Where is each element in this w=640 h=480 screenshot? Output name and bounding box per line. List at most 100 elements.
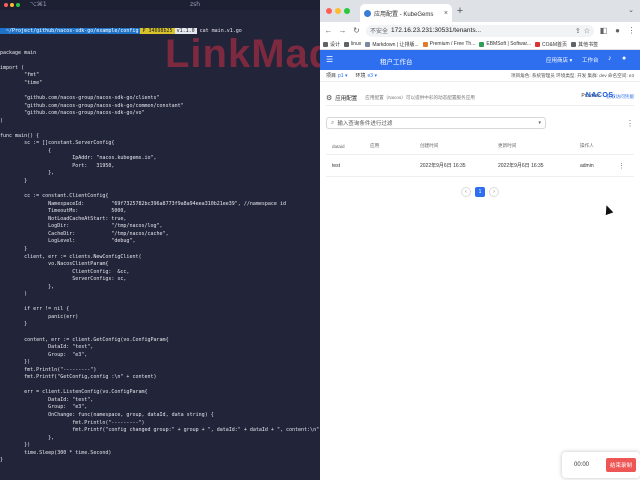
- insecure-label[interactable]: 不安全: [370, 26, 388, 35]
- app-header: ☰ 租户工作台 应用商店 ▾ 工作台 ♪ ●: [320, 50, 640, 70]
- code-line: client, err := clients.NewConfigClient(: [0, 253, 142, 260]
- code-line: Group: "e3",: [0, 351, 88, 358]
- chevron-down-icon[interactable]: ⌄: [628, 6, 634, 14]
- bookmarks-bar: 设计 linux Markdown | 让排版... Premium / Fre…: [320, 39, 640, 50]
- terminal-window[interactable]: ⌥⌘1 zsh ~/Project/github/nacos-sdk-go/ex…: [0, 0, 320, 480]
- menu-icon[interactable]: ☰: [326, 55, 333, 64]
- bookmark-item[interactable]: CO&M首页: [535, 41, 567, 48]
- star-icon[interactable]: ☆: [584, 27, 590, 35]
- code-line: },: [0, 283, 55, 290]
- forward-icon[interactable]: →: [338, 26, 347, 35]
- code-line: TimeoutMs: 5000,: [0, 208, 127, 215]
- env-select[interactable]: e3 ▾: [368, 73, 377, 79]
- close-tab-icon[interactable]: ×: [444, 10, 448, 17]
- minimize-icon[interactable]: [335, 8, 341, 14]
- table-row[interactable]: test 2022年9月6日 16:35 2022年9月6日 16:35 adm…: [326, 155, 634, 177]
- bookmark-item[interactable]: 其他书签: [571, 41, 598, 48]
- user-icon[interactable]: ●: [622, 55, 626, 62]
- config-table: dataid 应用 创建时间 更新时间 操作人 test 2022年9月6日 1…: [326, 138, 634, 177]
- code-line: }: [0, 178, 28, 185]
- workspace-link[interactable]: 工作台: [582, 56, 599, 64]
- minimize-icon[interactable]: [10, 3, 14, 7]
- address-bar[interactable]: 不安全 172.16.23.231:30531/tenants... ⇪ ☆: [366, 24, 594, 37]
- code-line: cc := constant.ClientConfig{: [0, 193, 109, 200]
- row-actions-icon[interactable]: ⋮: [618, 162, 625, 170]
- app-title: 租户工作台: [380, 59, 413, 66]
- cell-operator: admin: [580, 162, 594, 169]
- close-icon[interactable]: [4, 3, 8, 7]
- extension-icon[interactable]: ◧: [599, 26, 608, 35]
- terminal-output[interactable]: ~/Project/github/nacos-sdk-go/example/co…: [0, 12, 320, 480]
- prev-page-button[interactable]: ‹: [461, 187, 471, 197]
- new-tab-button[interactable]: +: [454, 5, 466, 17]
- project-select[interactable]: p1 ▾: [338, 73, 347, 79]
- cell-dataid[interactable]: test: [332, 163, 340, 169]
- terminal-tab-shortcut[interactable]: ⌥⌘1: [30, 1, 47, 8]
- more-icon[interactable]: ⋮: [627, 26, 636, 35]
- search-input[interactable]: ⌕ 输入查询条件进行过滤 ▾: [326, 117, 546, 129]
- code-line: Port: 31950,: [0, 162, 115, 169]
- bookmark-item[interactable]: 设计: [323, 41, 340, 48]
- chevron-down-icon[interactable]: ▾: [538, 120, 541, 126]
- code-line: fmt.Printf("GetConfig,config :\n" + cont…: [0, 374, 157, 381]
- code-line: LogDir: "/tmp/nacos/log",: [0, 223, 163, 230]
- code-line: func main() {: [0, 132, 40, 139]
- code-line: ): [0, 291, 28, 298]
- cell-created: 2022年9月6日 16:35: [420, 163, 466, 169]
- code-line: panic(err): [0, 313, 79, 320]
- code-line: DataId: "test",: [0, 396, 94, 403]
- terminal-tab-title[interactable]: zsh: [190, 1, 200, 8]
- bookmark-item[interactable]: linux: [344, 41, 361, 47]
- next-page-button[interactable]: ›: [489, 187, 499, 197]
- page-button[interactable]: 1: [475, 187, 485, 197]
- code-line: CacheDir: "/tmp/nacos/cache",: [0, 230, 169, 237]
- column-header[interactable]: 操作人: [580, 143, 594, 149]
- column-header[interactable]: 创建时间: [420, 143, 438, 149]
- column-header[interactable]: 更新时间: [498, 143, 516, 149]
- code-line: "github.com/nacos-group/nacos-sdk-go/com…: [0, 102, 184, 109]
- maximize-icon[interactable]: [344, 8, 350, 14]
- column-header[interactable]: dataid: [332, 144, 345, 149]
- code-line: "time": [0, 79, 43, 86]
- code-line: if err != nil {: [0, 306, 70, 313]
- browser-tab-active[interactable]: 应用配置 - KubeGems ×: [360, 4, 452, 22]
- code-line: fmt.Println("---------"): [0, 419, 145, 426]
- bookmark-item[interactable]: Markdown | 让排版...: [365, 41, 419, 48]
- bookmark-icon: [365, 41, 371, 47]
- cell-updated: 2022年9月6日 16:35: [498, 163, 544, 169]
- code-line: }): [0, 442, 31, 449]
- browser-window[interactable]: 应用配置 - KubeGems × + ⌄ ← → ↻ 不安全 172.16.2…: [320, 0, 640, 480]
- bell-icon[interactable]: ♪: [608, 55, 612, 62]
- tab-strip: 应用配置 - KubeGems × + ⌄: [320, 0, 640, 22]
- bookmark-item[interactable]: EBMSoft | Softwar...: [479, 41, 531, 47]
- code-line: "github.com/nacos-group/nacos-sdk-go/cli…: [0, 95, 160, 102]
- code-line: }): [0, 359, 31, 366]
- service-card: ⚙ 应用配置 应用配置（Nacos）可以提供中彩的动态配置服务应用 Provid…: [326, 90, 634, 106]
- close-icon[interactable]: [326, 8, 332, 14]
- bookmark-icon: [422, 41, 428, 47]
- more-icon[interactable]: ⋮: [626, 119, 634, 128]
- wrench-icon: ⚙: [326, 94, 333, 102]
- code-line: }: [0, 245, 28, 252]
- code-line: fmt.Printf("config changed group:" + gro…: [0, 427, 320, 434]
- reload-icon[interactable]: ↻: [352, 26, 361, 35]
- profile-icon[interactable]: ●: [613, 26, 622, 35]
- code-line: err = client.ListenConfig(vo.ConfigParam…: [0, 389, 148, 396]
- code-line: content, err := client.GetConfig(vo.Conf…: [0, 336, 169, 343]
- maximize-icon[interactable]: [16, 3, 20, 7]
- bookmark-item[interactable]: Premium / Free Th...: [422, 41, 475, 47]
- column-header[interactable]: 应用: [370, 143, 379, 149]
- url-text[interactable]: 172.16.23.231:30531/tenants...: [391, 27, 572, 34]
- back-icon[interactable]: ←: [324, 26, 333, 35]
- stop-recording-button[interactable]: 结束录制: [605, 458, 636, 472]
- code-line: DataId: "test",: [0, 344, 94, 351]
- context-info: 项目角色: 系统管理员 环境类型: 开发 集群: dev 命名空间: e3: [510, 73, 634, 78]
- code-line: },: [0, 434, 55, 441]
- credentials-link[interactable]: 获取访问凭据: [606, 94, 634, 100]
- share-icon[interactable]: ⇪: [575, 27, 581, 35]
- app-store-dropdown[interactable]: 应用商店 ▾: [546, 56, 572, 64]
